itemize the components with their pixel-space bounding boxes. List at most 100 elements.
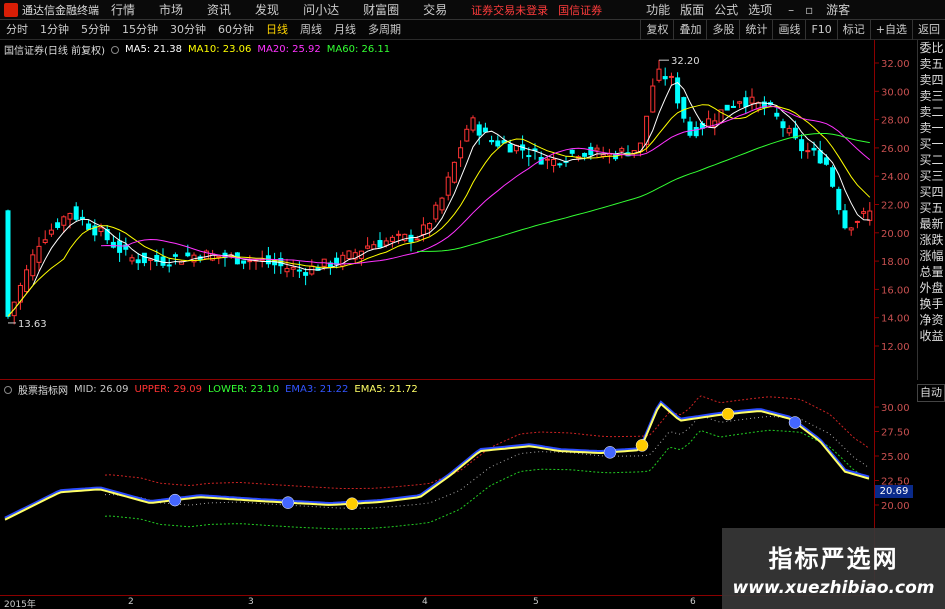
period-60min[interactable]: 60分钟 — [212, 20, 260, 40]
y-tick-label: 28.00 — [881, 116, 910, 127]
side-item-1[interactable]: 卖五 — [918, 56, 945, 72]
ema5-line — [4, 402, 870, 521]
candle-body — [706, 118, 712, 127]
period-15min[interactable]: 15分钟 — [116, 20, 164, 40]
candle-body — [36, 245, 42, 263]
ema3-legend: EMA3: 21.22 — [285, 384, 349, 395]
ind-y-tick-label: 27.50 — [881, 428, 910, 439]
x-label-feb: 2 — [128, 597, 134, 607]
y-tick-label: 14.00 — [881, 314, 910, 325]
indicator-dot-icon[interactable] — [4, 385, 12, 394]
side-item-11[interactable]: 最新 — [918, 216, 945, 232]
broker-notice[interactable]: 国信证券 — [558, 2, 602, 18]
ma10-line — [7, 104, 871, 317]
login-notice[interactable]: 证券交易未登录 — [471, 2, 548, 18]
statistics-button[interactable]: 统计 — [739, 19, 772, 40]
period-monthly[interactable]: 月线 — [328, 20, 362, 40]
back-button[interactable]: 返回 — [912, 19, 945, 40]
menu-quotes[interactable]: 行情 — [111, 1, 135, 18]
ema3-line — [4, 400, 870, 520]
menu-market[interactable]: 市场 — [159, 1, 183, 18]
draw-line-button[interactable]: 画线 — [772, 19, 805, 40]
candle-body — [346, 250, 352, 260]
candle-body — [749, 96, 755, 104]
side-item-17[interactable]: 净资 — [918, 312, 945, 328]
menu-options[interactable]: 选项 — [748, 1, 772, 18]
candle-body — [73, 206, 79, 220]
f10-button[interactable]: F10 — [805, 19, 836, 40]
candle-body — [464, 128, 470, 142]
app-logo-icon — [4, 2, 18, 17]
app-title: 通达信金融终端 — [22, 3, 99, 17]
mark-button[interactable]: 标记 — [836, 19, 870, 40]
adjust-button[interactable]: 复权 — [640, 19, 673, 40]
candle-body — [414, 238, 420, 241]
candle-body — [117, 240, 123, 253]
side-item-16[interactable]: 换手 — [918, 296, 945, 312]
maximize-icon[interactable]: ▫ — [800, 3, 818, 17]
candle-body — [805, 150, 811, 153]
candle-body — [619, 148, 625, 152]
menu-news[interactable]: 资讯 — [207, 1, 231, 18]
sell-signal-icon — [603, 446, 617, 459]
settings-dot-icon[interactable] — [110, 45, 119, 54]
candle-body — [600, 153, 606, 157]
side-item-4[interactable]: 卖二 — [918, 104, 945, 120]
side-item-12[interactable]: 涨跌 — [918, 232, 945, 248]
auto-button[interactable]: 自动 — [917, 384, 945, 402]
kline-canvas[interactable]: 32.20 13.63 — [0, 40, 875, 380]
side-item-18[interactable]: 收益 — [918, 328, 945, 344]
menu-ask-xiaoda[interactable]: 问小达 — [303, 1, 339, 18]
candle-body — [842, 210, 848, 229]
candle-body — [98, 227, 104, 232]
side-item-3[interactable]: 卖三 — [918, 88, 945, 104]
candle-body — [247, 260, 253, 263]
menu-discover[interactable]: 发现 — [255, 1, 279, 18]
side-item-8[interactable]: 买三 — [918, 168, 945, 184]
candle-body — [377, 240, 383, 248]
menu-trade[interactable]: 交易 — [423, 1, 447, 18]
y-tick-label: 16.00 — [881, 285, 910, 296]
menu-layout[interactable]: 版面 — [680, 1, 704, 18]
period-5min[interactable]: 5分钟 — [75, 20, 116, 40]
period-1min[interactable]: 1分钟 — [34, 20, 75, 40]
stock-label: 国信证券(日线 前复权) — [4, 46, 105, 57]
side-item-15[interactable]: 外盘 — [918, 280, 945, 296]
menu-formula[interactable]: 公式 — [714, 1, 738, 18]
candle-body — [569, 149, 575, 154]
side-item-9[interactable]: 买四 — [918, 184, 945, 200]
side-item-5[interactable]: 卖一 — [918, 120, 945, 136]
multi-stock-button[interactable]: 多股 — [706, 19, 739, 40]
side-item-13[interactable]: 涨幅 — [918, 248, 945, 264]
side-item-7[interactable]: 买二 — [918, 152, 945, 168]
candle-body — [55, 222, 61, 228]
kline-chart[interactable]: 32.20 13.63 国信证券(日线 前复权) MA5: 21.38 MA10:… — [0, 40, 875, 380]
candle-body — [433, 204, 439, 220]
side-item-0[interactable]: 委比 — [918, 40, 945, 56]
menu-wealth-circle[interactable]: 财富圈 — [363, 1, 399, 18]
candle-body — [557, 163, 563, 166]
period-weekly[interactable]: 周线 — [294, 20, 328, 40]
period-timeshare[interactable]: 分时 — [0, 20, 34, 40]
menu-guest[interactable]: 游客 — [826, 1, 850, 18]
candle-body — [42, 239, 48, 243]
candle-body — [730, 105, 736, 108]
x-label-may: 5 — [533, 597, 539, 607]
candle-body — [650, 85, 656, 113]
side-item-10[interactable]: 买五 — [918, 200, 945, 216]
candle-body — [817, 150, 823, 164]
overlay-button[interactable]: 叠加 — [673, 19, 706, 40]
menu-function[interactable]: 功能 — [646, 1, 670, 18]
period-multi[interactable]: 多周期 — [362, 20, 407, 40]
minimize-icon[interactable]: – — [782, 3, 800, 17]
side-item-2[interactable]: 卖四 — [918, 72, 945, 88]
side-item-6[interactable]: 买一 — [918, 136, 945, 152]
x-label-apr: 4 — [422, 597, 428, 607]
side-item-14[interactable]: 总量 — [918, 264, 945, 280]
period-daily[interactable]: 日线 — [260, 20, 294, 40]
candle-body — [489, 140, 495, 143]
menu-bar: 通达信金融终端 行情 市场 资讯 发现 问小达 财富圈 交易 证券交易未登录 国… — [0, 0, 945, 20]
watermark-url: www.xuezhibiao.com — [732, 578, 935, 598]
add-watchlist-button[interactable]: +自选 — [869, 19, 912, 40]
period-30min[interactable]: 30分钟 — [164, 20, 212, 40]
